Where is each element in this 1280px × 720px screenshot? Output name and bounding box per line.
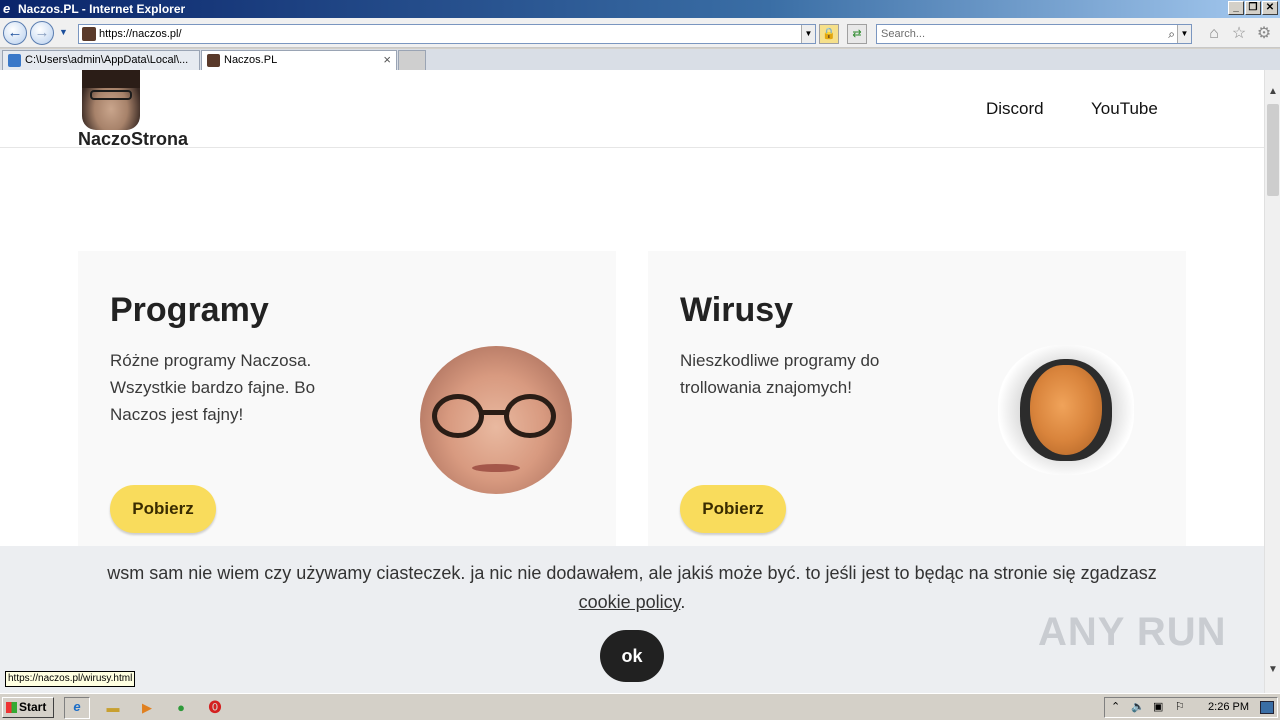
site-favicon-icon [207,54,220,67]
refresh-icon[interactable]: ⇄ [847,24,867,44]
favorites-star-icon[interactable]: ☆ [1230,25,1248,43]
ie-taskbar-icon[interactable]: e [64,697,90,719]
media-player-icon[interactable]: ▶ [138,699,156,717]
system-tray: ⌃ 🔈 ▣ ⚐ 2:26 PM [1104,697,1278,718]
close-window-button[interactable]: ✕ [1262,1,1278,15]
nav-link-youtube[interactable]: YouTube [1091,99,1158,119]
restore-button[interactable]: ❐ [1245,1,1261,15]
scroll-up-icon[interactable]: ▲ [1265,84,1280,100]
opera-icon[interactable]: ⓿ [206,699,224,717]
cookie-suffix: . [680,592,686,612]
card-description: Różne programy Naczosa. Wszystkie bardzo… [110,351,316,424]
tab-naczos[interactable]: Naczos.PL × [201,50,397,70]
card-programy: Programy Różne programy Naczosa. Wszystk… [78,251,616,571]
tab-label: Naczos.PL [224,54,278,66]
cookie-banner: wsm sam nie wiem czy używamy ciasteczek.… [0,546,1264,693]
tab-label: C:\Users\admin\AppData\Local\... [25,54,189,66]
window-title: Naczos.PL - Internet Explorer [18,2,186,16]
card-title: Programy [110,291,269,329]
taskbar: Start e ▬ ▶ ● ⓿ ⌃ 🔈 ▣ ⚐ 2:26 PM [0,693,1280,720]
search-input[interactable]: Search... ⌕ ▼ [876,24,1192,44]
new-tab-button[interactable] [398,50,426,70]
download-button[interactable]: Pobierz [110,485,216,533]
tray-expand-icon[interactable]: ⌃ [1111,698,1120,717]
clock[interactable]: 2:26 PM [1208,698,1249,717]
folder-icon[interactable]: ▬ [104,699,122,717]
scroll-down-icon[interactable]: ▼ [1265,662,1280,678]
site-logo-avatar[interactable] [82,70,140,130]
history-dropdown-icon[interactable]: ▼ [59,27,68,37]
scroll-thumb[interactable] [1267,104,1279,196]
card-description: Nieszkodliwe programy do trollowania zna… [680,351,880,397]
card-title: Wirusy [680,291,794,329]
page-viewport: NaczoStrona Discord YouTube Programy Róż… [0,70,1264,693]
address-dropdown-icon[interactable]: ▼ [801,25,815,43]
nav-link-discord[interactable]: Discord [986,99,1044,119]
show-desktop-icon[interactable] [1260,701,1274,714]
address-text: https://naczos.pl/ [99,28,182,40]
ie-logo-icon: e [3,1,11,16]
watermark-text: ANY RUN [1038,610,1227,654]
status-url-tooltip: https://naczos.pl/wirusy.html [5,671,136,687]
card-wirusy: Wirusy Nieszkodliwe programy do trollowa… [648,251,1186,571]
search-icon[interactable]: ⌕ [1168,25,1175,43]
forward-arrow-icon[interactable]: → [30,21,54,45]
ie-page-icon [8,54,21,67]
windows-flag-icon [6,702,17,713]
search-placeholder: Search... [881,28,926,40]
home-icon[interactable]: ⌂ [1205,25,1223,43]
cookie-ok-button[interactable]: ok [600,630,664,682]
start-label: Start [19,700,47,714]
action-center-flag-icon[interactable]: ⚐ [1175,698,1185,717]
cookie-message: wsm sam nie wiem czy używamy ciasteczek.… [100,559,1164,617]
card-image-cracked-wall [994,341,1138,479]
site-name[interactable]: NaczoStrona [78,129,188,150]
lock-icon[interactable]: 🔒 [819,24,839,44]
close-tab-icon[interactable]: × [383,51,391,69]
back-arrow-icon[interactable]: ← [3,21,27,45]
tab-strip: C:\Users\admin\AppData\Local\... Naczos.… [0,49,1280,70]
chrome-icon[interactable]: ● [172,699,190,717]
site-header: NaczoStrona Discord YouTube [0,70,1264,150]
site-favicon-icon [82,27,96,41]
cookie-text: wsm sam nie wiem czy używamy ciasteczek.… [107,563,1157,583]
download-button[interactable]: Pobierz [680,485,786,533]
settings-gear-icon[interactable]: ⚙ [1255,25,1273,43]
address-bar[interactable]: https://naczos.pl/ ▼ [78,24,816,44]
anyrun-watermark: ANY RUN [1038,606,1238,666]
minimize-button[interactable]: _ [1228,1,1244,15]
search-dropdown-icon[interactable]: ▼ [1177,25,1191,43]
window-title-bar: e Naczos.PL - Internet Explorer _ ❐ ✕ [0,0,1280,18]
tab-local-file[interactable]: C:\Users\admin\AppData\Local\... [2,50,200,70]
volume-icon[interactable]: 🔈 [1131,698,1145,717]
vertical-scrollbar[interactable]: ▲ ▼ [1264,70,1280,693]
cookie-policy-link[interactable]: cookie policy [579,592,681,612]
network-icon[interactable]: ▣ [1153,698,1163,717]
start-button[interactable]: Start [2,697,54,718]
card-image-face [420,346,572,494]
